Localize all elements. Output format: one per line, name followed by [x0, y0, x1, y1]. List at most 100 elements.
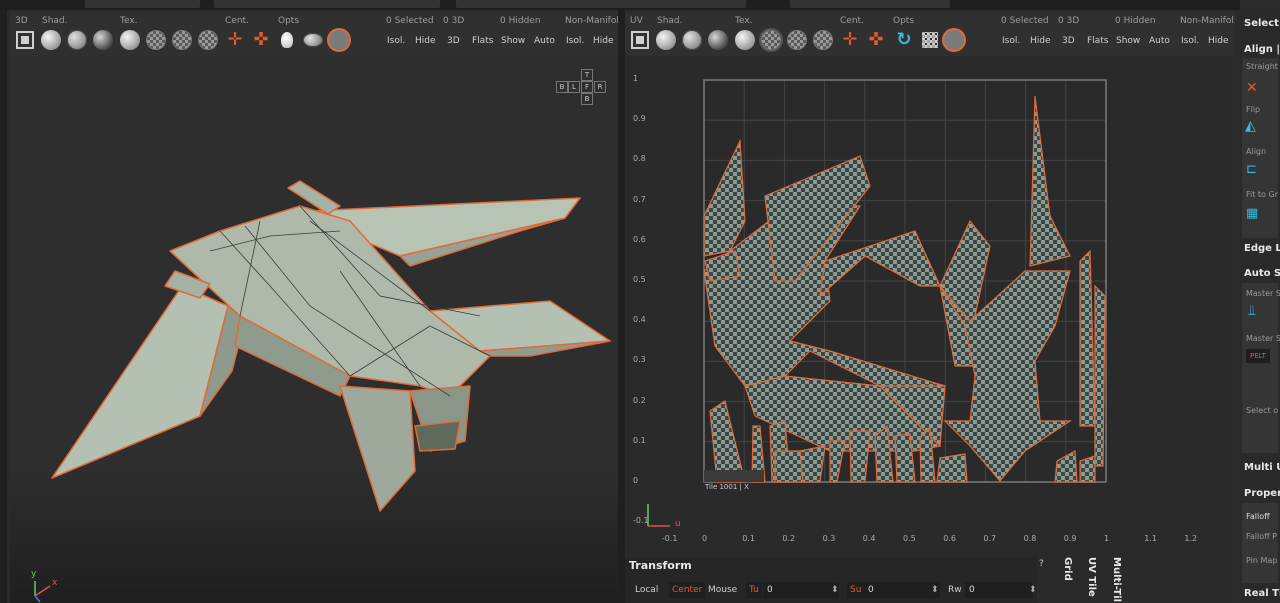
edge-loop-heading[interactable]: Edge Lo [1244, 243, 1280, 254]
tex-checker2-button[interactable] [786, 29, 808, 51]
light-button[interactable] [278, 29, 296, 51]
center-button[interactable]: Center [669, 582, 706, 598]
shade-wireframe-button[interactable] [92, 29, 114, 51]
checker-sphere-icon [198, 30, 218, 50]
center-move-button[interactable]: ✛ [839, 29, 861, 51]
rw-input[interactable]: 0 [965, 582, 1033, 598]
mouse-button[interactable]: Mouse [708, 582, 737, 598]
tex-checker3-button[interactable] [197, 29, 219, 51]
flats-button[interactable]: Flats [1087, 36, 1108, 46]
center-move-button[interactable]: ✛ [224, 29, 246, 51]
tex-solid-button[interactable] [734, 29, 756, 51]
show-button[interactable]: Show [1116, 36, 1140, 46]
fit-icon[interactable]: ▦ [1246, 206, 1258, 221]
isol2-button[interactable]: Isol. [1181, 36, 1199, 46]
align-heading[interactable]: Align | [1244, 44, 1280, 55]
properties-heading[interactable]: Proper [1244, 488, 1280, 499]
shade-wireframe-button[interactable] [707, 29, 729, 51]
center-pivot-button[interactable]: ✜ [250, 29, 272, 51]
tu-stepper-icon[interactable]: ⬍ [831, 582, 839, 598]
frame-icon [631, 31, 649, 49]
viewport-3d-canvas[interactable]: T B L F R B y x [10, 56, 618, 603]
3d-button[interactable]: 3D [1062, 36, 1075, 46]
header-shad: Shad. [42, 16, 68, 26]
shade-solid-button[interactable] [40, 29, 62, 51]
frame-button[interactable] [14, 29, 36, 51]
side-panel: Select Align | Straight ✕ Flip ◭ Align ⊏… [1240, 10, 1280, 603]
hide2-button[interactable]: Hide [1208, 36, 1229, 46]
count-3d: 0 3D [1058, 16, 1080, 26]
ellipse-button[interactable] [302, 29, 324, 51]
local-button[interactable]: Local [635, 582, 658, 598]
align-left-icon[interactable]: ⊏ [1246, 162, 1257, 177]
hidden-count: 0 Hidden [500, 16, 541, 26]
hide2-button[interactable]: Hide [593, 36, 614, 46]
tex-checker3-button[interactable] [812, 29, 834, 51]
isol-button[interactable]: Isol. [387, 36, 405, 46]
seams-icon[interactable]: ⫫ [1248, 303, 1256, 319]
tab-multi-tile[interactable]: Multi-Til [1102, 557, 1122, 603]
master-label-2: Master S [1246, 334, 1280, 343]
flip-icon[interactable]: ◭ [1245, 118, 1256, 134]
grid-button[interactable] [919, 29, 941, 51]
su-input[interactable]: 0 [864, 582, 940, 598]
shade-solid-button[interactable] [655, 29, 677, 51]
viewport-divider[interactable] [618, 10, 625, 603]
3d-button[interactable]: 3D [447, 36, 460, 46]
axis-y-label: y [31, 569, 37, 579]
rim-button[interactable] [943, 29, 965, 51]
hide-button[interactable]: Hide [1030, 36, 1051, 46]
master-label-1: Master S [1246, 289, 1280, 298]
nonmanifold-count: Non-Manifol [1180, 16, 1234, 26]
header-opts: Opts [278, 16, 300, 26]
tab-multi-tile-label: Multi-Til [1111, 557, 1122, 603]
tex-checker-button[interactable] [760, 29, 782, 51]
flats-button[interactable]: Flats [472, 36, 493, 46]
multi-heading[interactable]: Multi U [1244, 462, 1280, 473]
tex-solid-button[interactable] [119, 29, 141, 51]
top-tab[interactable] [456, 0, 746, 8]
shade-wire-button[interactable] [66, 29, 88, 51]
hidden-count: 0 Hidden [1115, 16, 1156, 26]
real-tile-heading[interactable]: Real Ti [1244, 588, 1280, 599]
hide-button[interactable]: Hide [415, 36, 436, 46]
lightbulb-icon [281, 32, 293, 48]
top-tab[interactable] [85, 0, 200, 8]
isol-button[interactable]: Isol. [1002, 36, 1020, 46]
pelt-button[interactable]: PELT [1246, 349, 1270, 363]
tab-grid[interactable]: Grid [1053, 557, 1073, 603]
sphere-solid-icon [120, 30, 140, 50]
header-cent: Cent. [840, 16, 864, 26]
sphere-solid-icon [735, 30, 755, 50]
tab-uv-tile[interactable]: UV Tile [1077, 557, 1097, 603]
isol2-button[interactable]: Isol. [566, 36, 584, 46]
top-tab[interactable] [214, 0, 440, 8]
pin-map-label: Pin Map [1246, 556, 1278, 565]
rim-sphere-icon [944, 30, 964, 50]
selected-count: 0 Selected [386, 16, 434, 26]
straighten-icon[interactable]: ✕ [1246, 80, 1258, 96]
tex-checker-button[interactable] [145, 29, 167, 51]
top-tab[interactable] [790, 0, 950, 8]
auto-seams-heading[interactable]: Auto Se [1244, 268, 1280, 279]
rotate-button[interactable]: ↻ [893, 29, 915, 51]
show-button[interactable]: Show [501, 36, 525, 46]
falloff-label[interactable]: Falloff [1246, 512, 1270, 521]
shade-wire-button[interactable] [681, 29, 703, 51]
rw-stepper-icon[interactable]: ⬍ [1029, 582, 1037, 598]
frame-button[interactable] [629, 29, 651, 51]
tex-checker2-button[interactable] [171, 29, 193, 51]
uv-canvas[interactable]: Tile 1001 | X 1 0.9 0.8 0.7 0.6 0.5 0.4 0.3 0.2 0… [625, 56, 1235, 603]
checker-sphere-icon [146, 30, 166, 50]
tu-input[interactable]: 0 [763, 582, 839, 598]
center-pivot-button[interactable]: ✜ [865, 29, 887, 51]
rim-button[interactable] [328, 29, 350, 51]
auto-button[interactable]: Auto [1149, 36, 1170, 46]
checker-sphere-icon [787, 30, 807, 50]
su-stepper-icon[interactable]: ⬍ [931, 582, 939, 598]
auto-button[interactable]: Auto [534, 36, 555, 46]
transform-help-button[interactable]: ? [1039, 559, 1044, 569]
viewport-3d[interactable]: 3D Shad. Tex. Cent. Opts 0 Selected 0 3D… [10, 12, 618, 603]
viewport-uv[interactable]: UV Shad. Tex. Cent. Opts 0 Selected 0 3D… [625, 12, 1235, 603]
transform-panel: Transform ? Local Center Mouse Tu 0 ⬍ Su… [625, 557, 1044, 603]
